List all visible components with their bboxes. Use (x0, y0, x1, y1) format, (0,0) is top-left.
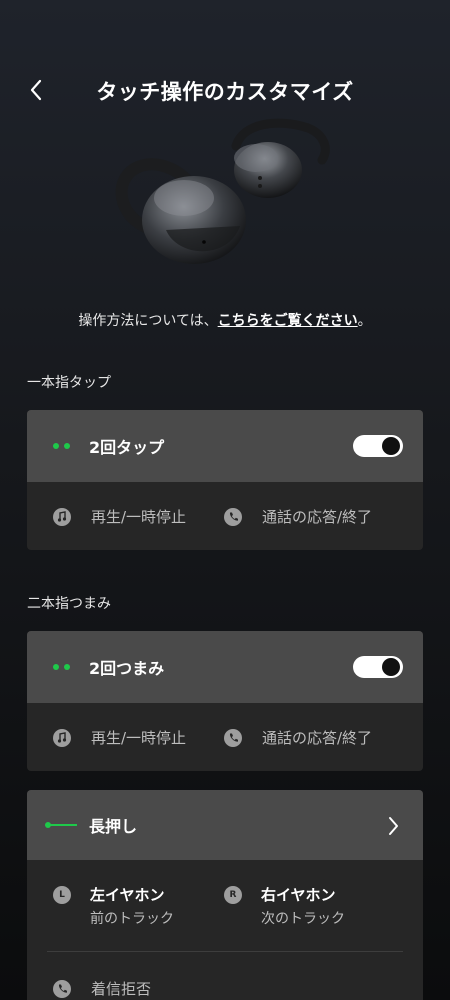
right-earbud-title: 右イヤホン (261, 886, 336, 904)
music-note-icon (53, 507, 71, 526)
double-pinch-toggle[interactable] (353, 656, 403, 678)
double-dot-icon (53, 443, 70, 449)
phone-reject-icon (53, 979, 71, 998)
double-tap-toggle[interactable] (353, 435, 403, 457)
section-label-single-tap: 一本指タップ (27, 375, 111, 391)
action-play-pause: 再生/一時停止 (53, 727, 186, 748)
card-header-double-pinch: 2回つまみ (27, 631, 423, 703)
gesture-name: 長押し (89, 817, 138, 836)
info-text: 操作方法については、こちらをご覧ください。 (0, 310, 450, 330)
action-reject-call: 着信拒否 (53, 978, 151, 999)
left-earbud-action: 前のトラック (90, 911, 174, 927)
card-double-pinch: 2回つまみ 再生/一時停止 通話の応答/終了 (27, 631, 423, 771)
phone-call-icon (224, 728, 242, 747)
action-play-pause: 再生/一時停止 (53, 506, 186, 527)
toggle-knob (382, 437, 400, 455)
divider (47, 951, 403, 952)
double-dot-icon (53, 664, 70, 670)
gesture-name: 2回つまみ (89, 659, 165, 678)
phone-call-icon (224, 507, 242, 526)
long-press-dot-icon (45, 822, 51, 828)
card-double-tap: 2回タップ 再生/一時停止 通話の応答/終了 (27, 410, 423, 550)
long-press-line-icon (47, 824, 77, 826)
music-note-icon (53, 728, 71, 747)
toggle-knob (382, 658, 400, 676)
card-long-press[interactable]: 長押し L 左イヤホン 前のトラック R 右イヤホン 次のトラック 着信拒否 (27, 790, 423, 1000)
left-earbud-title: 左イヤホン (90, 886, 165, 904)
action-label: 再生/一時停止 (91, 729, 187, 747)
action-call: 通話の応答/終了 (224, 727, 372, 748)
left-badge-icon: L (53, 886, 71, 904)
chevron-right-icon[interactable] (387, 816, 399, 836)
gesture-name: 2回タップ (89, 438, 165, 457)
info-suffix: 。 (357, 313, 372, 329)
card-header-double-tap: 2回タップ (27, 410, 423, 482)
action-label: 再生/一時停止 (91, 508, 187, 526)
card-header-long-press[interactable]: 長押し (27, 790, 423, 860)
page-title: タッチ操作のカスタマイズ (96, 80, 354, 104)
info-prefix: 操作方法については、 (78, 313, 218, 329)
right-badge-icon: R (224, 886, 242, 904)
section-label-pinch: 二本指つまみ (27, 596, 111, 612)
action-label: 通話の応答/終了 (262, 508, 373, 526)
action-call: 通話の応答/終了 (224, 506, 372, 527)
action-label: 通話の応答/終了 (262, 729, 373, 747)
action-label: 着信拒否 (91, 980, 152, 998)
earbuds-image (115, 118, 330, 264)
help-link[interactable]: こちらをご覧ください (218, 313, 358, 329)
right-earbud-action: 次のトラック (261, 911, 345, 927)
header: タッチ操作のカスタマイズ (0, 72, 450, 112)
